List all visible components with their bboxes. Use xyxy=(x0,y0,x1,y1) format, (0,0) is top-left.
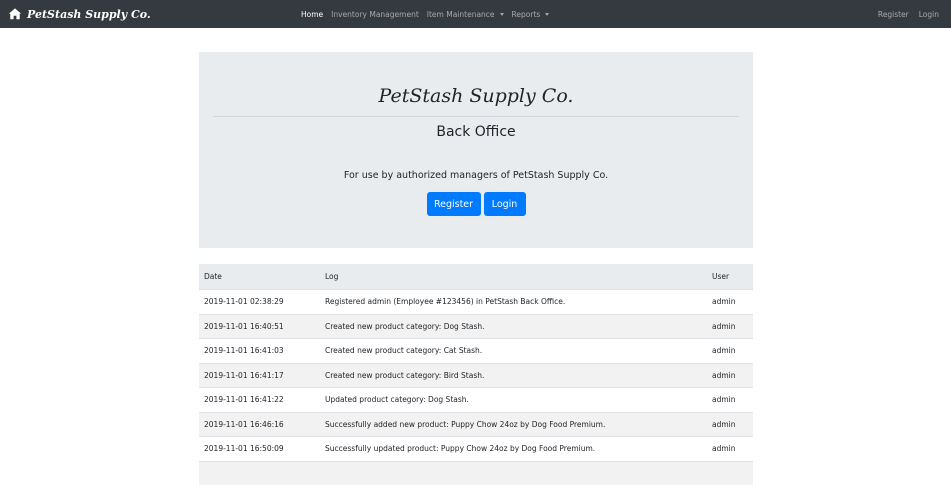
nav-home[interactable]: Home xyxy=(301,10,323,19)
home-icon xyxy=(8,7,22,21)
cell-user: admin xyxy=(712,315,736,339)
register-button[interactable]: Register xyxy=(427,192,481,216)
cell-user: admin xyxy=(712,437,736,461)
cell-user: admin xyxy=(712,413,736,437)
cell-date: 2019-11-01 16:50:09 xyxy=(204,437,284,461)
cell-date: 2019-11-01 16:41:03 xyxy=(204,339,284,363)
cell-date: 2019-11-01 16:46:16 xyxy=(204,413,284,437)
nav-reports[interactable]: Reports xyxy=(512,10,550,19)
cell-log: Successfully added new product: Puppy Ch… xyxy=(325,413,605,437)
divider xyxy=(213,116,739,117)
caret-down-icon xyxy=(500,13,504,16)
auth-nav: Register Login xyxy=(878,0,939,28)
login-button[interactable]: Login xyxy=(484,192,526,216)
auth-buttons: Register Login xyxy=(199,192,753,216)
table-row: 2019-11-01 16:41:03 Created new product … xyxy=(199,338,753,363)
column-header-date: Date xyxy=(204,264,222,289)
table-row: 2019-11-01 16:46:16 Successfully added n… xyxy=(199,412,753,437)
cell-user: admin xyxy=(712,364,736,388)
nav-register[interactable]: Register xyxy=(878,10,909,19)
main-nav: Home Inventory Management Item Maintenan… xyxy=(301,0,549,28)
page-description: For use by authorized managers of PetSta… xyxy=(199,170,753,181)
cell-log: Created new product category: Cat Stash. xyxy=(325,339,482,363)
cell-log: Created new product category: Bird Stash… xyxy=(325,364,484,388)
nav-item-maintenance-label: Item Maintenance xyxy=(427,10,495,19)
nav-inventory-management[interactable]: Inventory Management xyxy=(331,10,419,19)
top-navbar: PetStash Supply Co. Home Inventory Manag… xyxy=(0,0,951,28)
page-subtitle: Back Office xyxy=(199,124,753,140)
cell-user: admin xyxy=(712,388,736,412)
table-row-partial xyxy=(199,461,753,485)
hero-jumbotron: PetStash Supply Co. Back Office For use … xyxy=(199,52,753,248)
nav-reports-label: Reports xyxy=(512,10,541,19)
brand-link[interactable]: PetStash Supply Co. xyxy=(8,0,151,28)
cell-log: Updated product category: Dog Stash. xyxy=(325,388,469,412)
cell-date: 2019-11-01 02:38:29 xyxy=(204,290,284,314)
column-header-log: Log xyxy=(325,264,338,289)
brand-name: PetStash Supply Co. xyxy=(27,8,151,21)
nav-item-maintenance[interactable]: Item Maintenance xyxy=(427,10,504,19)
table-row: 2019-11-01 16:41:17 Created new product … xyxy=(199,363,753,388)
activity-log-table: Date Log User 2019-11-01 02:38:29 Regist… xyxy=(199,264,753,485)
cell-user: admin xyxy=(712,339,736,363)
table-row: 2019-11-01 16:50:09 Successfully updated… xyxy=(199,436,753,461)
cell-log: Successfully updated product: Puppy Chow… xyxy=(325,437,595,461)
caret-down-icon xyxy=(545,13,549,16)
nav-login[interactable]: Login xyxy=(919,10,939,19)
cell-date: 2019-11-01 16:41:22 xyxy=(204,388,284,412)
table-row: 2019-11-01 16:41:22 Updated product cate… xyxy=(199,387,753,412)
table-header: Date Log User xyxy=(199,264,753,289)
cell-date: 2019-11-01 16:40:51 xyxy=(204,315,284,339)
page-title: PetStash Supply Co. xyxy=(199,85,753,107)
column-header-user: User xyxy=(712,264,729,289)
cell-log: Created new product category: Dog Stash. xyxy=(325,315,485,339)
table-row: 2019-11-01 02:38:29 Registered admin (Em… xyxy=(199,289,753,314)
table-row: 2019-11-01 16:40:51 Created new product … xyxy=(199,314,753,339)
cell-user: admin xyxy=(712,290,736,314)
cell-log: Registered admin (Employee #123456) in P… xyxy=(325,290,565,314)
cell-date: 2019-11-01 16:41:17 xyxy=(204,364,284,388)
